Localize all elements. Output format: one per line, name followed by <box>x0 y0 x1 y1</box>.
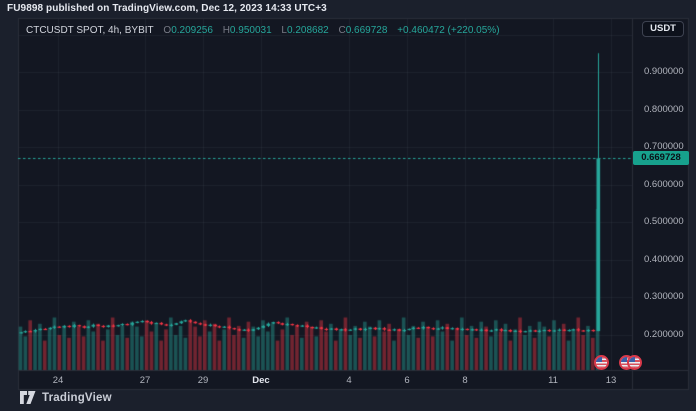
tradingview-logo-icon <box>20 391 36 404</box>
symbol-title[interactable]: CTCUSDT SPOT, 4h, BYBIT <box>26 25 154 36</box>
price-axis-label: 0.200000 <box>644 329 690 341</box>
price-axis-label: 0.400000 <box>644 254 690 266</box>
price-axis-label: 0.800000 <box>644 104 690 116</box>
price-axis-label: 0.600000 <box>644 179 690 191</box>
time-axis-label: Dec <box>244 375 278 387</box>
publish-attribution: FU9898 published on TradingView.com, Dec… <box>7 3 327 14</box>
time-axis-label: 4 <box>332 375 366 387</box>
price-axis-label: 0.900000 <box>644 66 690 78</box>
price-axis-label: 0.500000 <box>644 216 690 228</box>
ohlc-open-value: 0.209256 <box>171 25 213 36</box>
time-axis-label: 6 <box>390 375 424 387</box>
time-axis-label: 11 <box>536 375 570 387</box>
economic-event-icon[interactable] <box>627 355 642 370</box>
ohlc-low-value: 0.208682 <box>287 25 329 36</box>
time-axis-label: 29 <box>186 375 220 387</box>
ohlc-close-value: 0.669728 <box>346 25 388 36</box>
economic-event-icon[interactable] <box>594 355 609 370</box>
tradingview-logo[interactable]: TradingView <box>20 391 112 404</box>
last-price-label: 0.669728 <box>633 151 689 165</box>
price-axis-label: 0.300000 <box>644 291 690 303</box>
ohlc-high-value: 0.950031 <box>230 25 272 36</box>
time-axis-label: 27 <box>128 375 162 387</box>
ohlc-close-label: C <box>338 25 345 36</box>
flag-canton <box>596 357 602 362</box>
price-change-value: +0.460472 (+220.05%) <box>397 25 499 36</box>
ohlc-high-label: H <box>223 25 230 36</box>
tradingview-logo-text: TradingView <box>42 392 112 404</box>
time-axis-label: 24 <box>41 375 75 387</box>
time-axis-label: 8 <box>448 375 482 387</box>
currency-unit-button[interactable]: USDT <box>642 21 684 37</box>
price-chart-canvas[interactable] <box>0 0 696 411</box>
flag-canton <box>629 357 635 362</box>
time-axis-label: 13 <box>594 375 628 387</box>
symbol-info-bar: CTCUSDT SPOT, 4h, BYBIT O0.209256 H0.950… <box>26 25 500 36</box>
